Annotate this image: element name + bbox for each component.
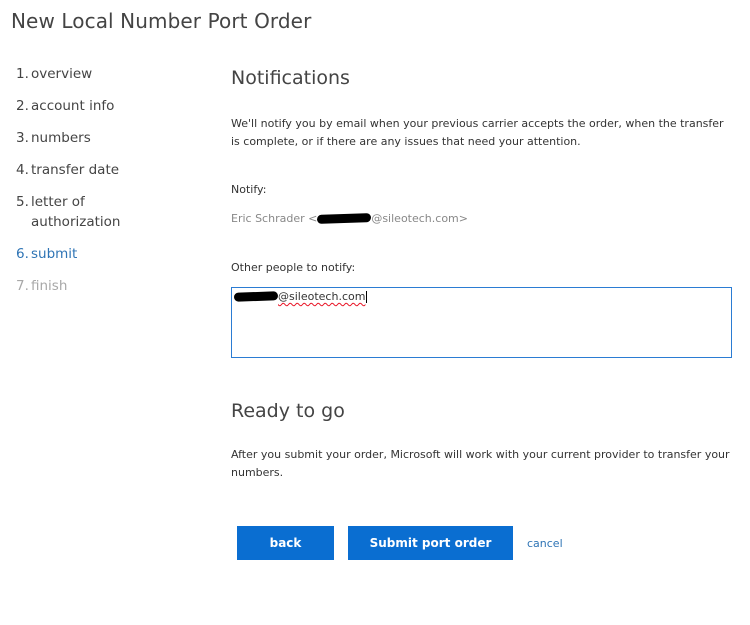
- text-cursor: [366, 290, 368, 303]
- step-number: 4.: [16, 162, 29, 178]
- other-email-entry: @sileotech.com: [233, 290, 729, 303]
- step-overview[interactable]: 1. overview: [16, 64, 206, 84]
- notify-label: Notify:: [231, 183, 267, 196]
- cancel-link[interactable]: cancel: [527, 537, 563, 550]
- step-letter-of-authorization[interactable]: 5. letter of authorization: [16, 192, 156, 232]
- notify-recipient: Eric Schrader < @sileotech.com>: [231, 212, 468, 225]
- ready-description: After you submit your order, Microsoft w…: [231, 448, 730, 479]
- notify-domain: @sileotech.com>: [371, 212, 468, 225]
- other-people-label: Other people to notify:: [231, 261, 356, 274]
- redaction-mark: [317, 213, 372, 224]
- step-label: account info: [31, 98, 115, 114]
- page-title: New Local Number Port Order: [11, 9, 312, 33]
- step-label: overview: [31, 66, 93, 82]
- wizard-steps: 1. overview 2. account info 3. numbers 4…: [16, 64, 206, 308]
- step-label: numbers: [31, 130, 91, 146]
- step-label: transfer date: [31, 162, 120, 178]
- step-transfer-date[interactable]: 4. transfer date: [16, 160, 206, 180]
- step-number: 2.: [16, 98, 29, 114]
- step-number: 1.: [16, 66, 29, 82]
- step-label: submit: [31, 246, 78, 262]
- other-people-textarea[interactable]: @sileotech.com: [231, 287, 732, 358]
- other-email-domain: @sileotech.com: [278, 290, 366, 303]
- back-button[interactable]: back: [237, 526, 334, 560]
- step-account-info[interactable]: 2. account info: [16, 96, 206, 116]
- submit-port-order-button[interactable]: Submit port order: [348, 526, 513, 560]
- notify-name: Eric Schrader <: [231, 212, 318, 225]
- step-submit[interactable]: 6. submit: [16, 244, 206, 264]
- step-numbers[interactable]: 3. numbers: [16, 128, 206, 148]
- notifications-heading: Notifications: [231, 67, 350, 89]
- step-number: 3.: [16, 130, 29, 146]
- step-finish: 7. finish: [16, 276, 206, 296]
- ready-heading: Ready to go: [231, 400, 345, 422]
- redaction-mark: [233, 291, 279, 302]
- step-label: finish: [31, 278, 68, 294]
- step-number: 7.: [16, 278, 29, 294]
- notifications-description: We'll notify you by email when your prev…: [231, 117, 724, 148]
- step-number: 6.: [16, 246, 29, 262]
- step-label: letter of authorization: [31, 194, 121, 230]
- step-number: 5.: [16, 194, 29, 210]
